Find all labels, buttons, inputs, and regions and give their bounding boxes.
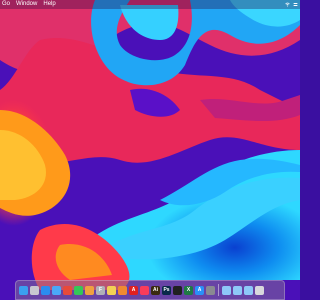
menu-help[interactable]: Help: [43, 0, 55, 9]
safari-icon[interactable]: [41, 285, 50, 295]
menu-window[interactable]: Window: [16, 0, 37, 9]
app-store-icon[interactable]: A: [195, 285, 204, 295]
messages-icon[interactable]: [74, 285, 83, 295]
documents-folder-icon[interactable]: [244, 285, 253, 295]
illustrator-icon[interactable]: Ai: [151, 285, 160, 295]
finder-icon[interactable]: [19, 285, 28, 295]
wifi-icon[interactable]: [285, 2, 290, 7]
launchpad-icon[interactable]: [30, 285, 39, 295]
status-area: [285, 0, 300, 9]
mail-icon[interactable]: [52, 285, 61, 295]
menu-bar: Go Window Help: [0, 0, 300, 9]
system-settings-icon[interactable]: [206, 285, 215, 295]
books-icon[interactable]: [118, 285, 127, 295]
font-book-icon[interactable]: F: [96, 285, 105, 295]
music-icon[interactable]: [140, 285, 149, 295]
control-center-icon[interactable]: [293, 2, 298, 7]
folder-icon[interactable]: [222, 285, 231, 295]
acrobat-icon[interactable]: A: [129, 285, 138, 295]
menu-go[interactable]: Go: [2, 0, 10, 9]
dock: F A Ai Ps X A: [15, 280, 285, 300]
photoshop-icon[interactable]: Ps: [162, 285, 171, 295]
downloads-folder-icon[interactable]: [233, 285, 242, 295]
desktop-wallpaper: [0, 0, 300, 300]
excel-icon[interactable]: X: [184, 285, 193, 295]
photos-icon[interactable]: [85, 285, 94, 295]
trash-icon[interactable]: [255, 285, 264, 295]
chrome-icon[interactable]: [63, 285, 72, 295]
terminal-icon[interactable]: [173, 285, 182, 295]
dock-separator: [218, 284, 219, 296]
notes-icon[interactable]: [107, 285, 116, 295]
